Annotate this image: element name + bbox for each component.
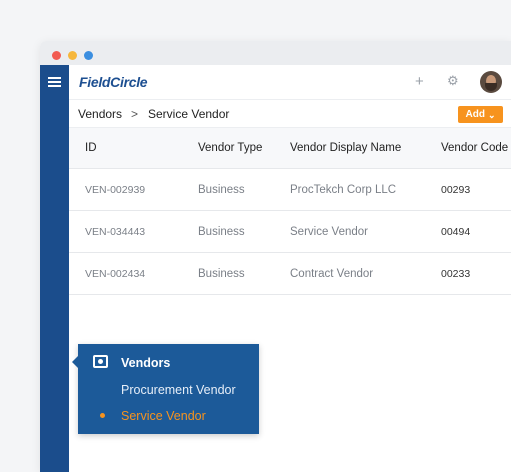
cell-id: VEN-002434 bbox=[85, 267, 146, 280]
minimize-window-dot[interactable] bbox=[68, 51, 77, 60]
window-titlebar bbox=[40, 41, 511, 65]
table-row[interactable]: VEN-034443 Business Service Vendor 00494 bbox=[69, 211, 511, 253]
hamburger-menu-icon[interactable] bbox=[48, 77, 61, 87]
active-bullet-icon bbox=[100, 413, 105, 418]
header-vendor-type[interactable]: Vendor Type bbox=[198, 142, 262, 154]
add-button[interactable]: Add ⌄ bbox=[458, 106, 503, 123]
cell-vendor-type: Business bbox=[198, 267, 245, 280]
cell-vendor-type: Business bbox=[198, 225, 245, 238]
cell-vendor-code: 00233 bbox=[441, 267, 471, 280]
top-bar: FieldCircle + ⚙ bbox=[69, 65, 511, 100]
table-header: ID Vendor Type Vendor Display Name Vendo… bbox=[69, 128, 511, 169]
cell-vendor-display-name: Contract Vendor bbox=[290, 267, 374, 280]
breadcrumb: Vendors > Service Vendor Add ⌄ bbox=[69, 100, 511, 128]
table-row[interactable]: VEN-002434 Business Contract Vendor 0023… bbox=[69, 253, 511, 295]
vendors-table: ID Vendor Type Vendor Display Name Vendo… bbox=[69, 128, 511, 295]
plus-icon[interactable]: + bbox=[415, 73, 424, 90]
cell-id: VEN-002939 bbox=[85, 183, 146, 196]
vendors-icon bbox=[93, 355, 108, 368]
table-row[interactable]: VEN-002939 Business ProcTekch Corp LLC 0… bbox=[69, 169, 511, 211]
header-id[interactable]: ID bbox=[85, 142, 97, 154]
cell-vendor-code: 00293 bbox=[441, 183, 471, 196]
gear-icon[interactable]: ⚙ bbox=[447, 73, 459, 89]
header-vendor-code[interactable]: Vendor Code bbox=[441, 142, 508, 154]
app-logo: FieldCircle bbox=[79, 74, 148, 90]
cell-vendor-type: Business bbox=[198, 183, 245, 196]
cell-vendor-display-name: Service Vendor bbox=[290, 225, 368, 238]
close-window-dot[interactable] bbox=[52, 51, 61, 60]
vendors-flyout-menu: Vendors Procurement Vendor Service Vendo… bbox=[72, 344, 259, 434]
sidebar bbox=[40, 65, 69, 472]
breadcrumb-vendors[interactable]: Vendors bbox=[78, 107, 122, 121]
maximize-window-dot[interactable] bbox=[84, 51, 93, 60]
menu-item-service-vendor[interactable]: Service Vendor bbox=[121, 409, 206, 423]
flyout-title[interactable]: Vendors bbox=[121, 356, 170, 370]
cell-vendor-display-name: ProcTekch Corp LLC bbox=[290, 183, 397, 196]
add-button-label: Add bbox=[465, 109, 485, 120]
cell-id: VEN-034443 bbox=[85, 225, 146, 238]
breadcrumb-service-vendor: Service Vendor bbox=[148, 107, 230, 121]
breadcrumb-separator: > bbox=[131, 107, 139, 121]
menu-item-procurement-vendor[interactable]: Procurement Vendor bbox=[121, 383, 236, 397]
cell-vendor-code: 00494 bbox=[441, 225, 471, 238]
avatar[interactable] bbox=[480, 71, 502, 93]
chevron-down-icon: ⌄ bbox=[487, 109, 496, 120]
header-vendor-display-name[interactable]: Vendor Display Name bbox=[290, 142, 401, 154]
